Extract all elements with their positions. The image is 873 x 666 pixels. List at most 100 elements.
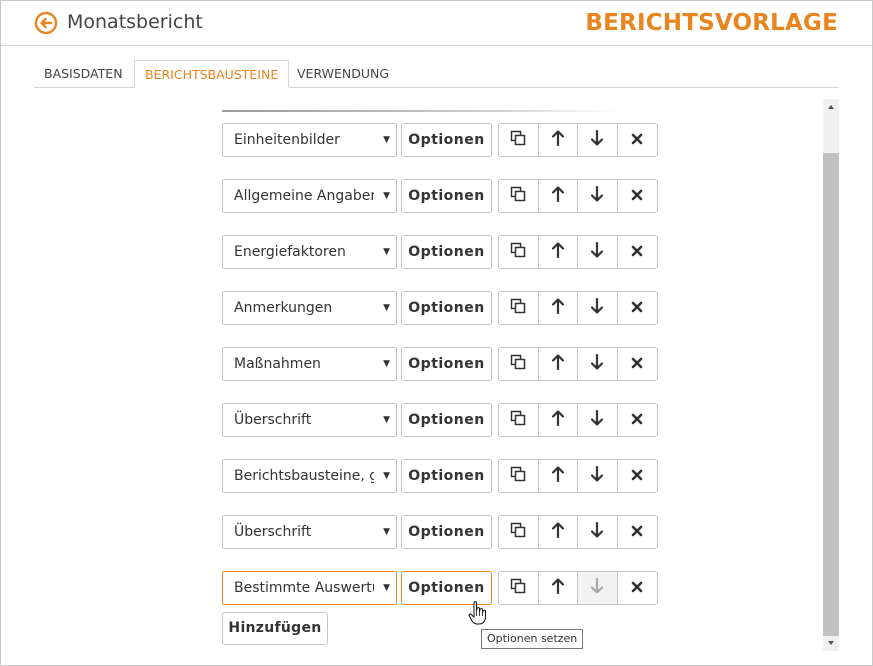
arrow-down-icon <box>589 577 605 599</box>
close-icon <box>630 299 644 318</box>
component-select[interactable]: Überschrift ▼ <box>222 403 397 437</box>
remove-button[interactable] <box>618 404 657 436</box>
move-up-button[interactable] <box>539 348 578 380</box>
move-down-button[interactable] <box>578 124 618 156</box>
component-select[interactable]: Maßnahmen ▼ <box>222 347 397 381</box>
arrow-up-icon <box>550 521 566 543</box>
options-button[interactable]: Optionen <box>401 179 492 213</box>
move-up-button[interactable] <box>539 124 578 156</box>
scroll-up-arrow-icon <box>828 105 834 109</box>
arrow-up-icon <box>550 129 566 151</box>
move-down-button[interactable] <box>578 404 618 436</box>
arrow-down-icon <box>589 297 605 319</box>
remove-button[interactable] <box>618 572 657 604</box>
options-button[interactable]: Optionen <box>401 235 492 269</box>
remove-button[interactable] <box>618 348 657 380</box>
duplicate-button[interactable] <box>499 236 539 268</box>
duplicate-button[interactable] <box>499 124 539 156</box>
add-component-button[interactable]: Hinzufügen <box>222 612 328 645</box>
scroll-thumb[interactable] <box>823 153 839 636</box>
tab-bar: BASISDATEN BERICHTSBAUSTEINE VERWENDUNG <box>34 60 839 88</box>
tab-basisdaten[interactable]: BASISDATEN <box>34 60 133 87</box>
caret-down-icon: ▼ <box>383 583 390 593</box>
options-button[interactable]: Optionen <box>401 347 492 381</box>
vertical-scrollbar[interactable] <box>823 99 839 651</box>
remove-button[interactable] <box>618 236 657 268</box>
component-select[interactable]: Energiefaktoren ▼ <box>222 235 397 269</box>
copy-icon <box>509 409 527 431</box>
options-button[interactable]: Optionen <box>401 515 492 549</box>
move-up-button[interactable] <box>539 516 578 548</box>
row-action-group <box>498 571 658 605</box>
arrow-up-icon <box>550 577 566 599</box>
move-up-button[interactable] <box>539 460 578 492</box>
tab-verwendung[interactable]: VERWENDUNG <box>287 60 399 87</box>
copy-icon <box>509 129 527 151</box>
caret-down-icon: ▼ <box>383 527 390 537</box>
row-action-group <box>498 291 658 325</box>
copy-icon <box>509 185 527 207</box>
back-button[interactable] <box>34 11 58 35</box>
move-down-button[interactable] <box>578 348 618 380</box>
options-button[interactable]: Optionen <box>401 291 492 325</box>
options-button[interactable]: Optionen <box>401 459 492 493</box>
caret-down-icon: ▼ <box>383 135 390 145</box>
move-up-button[interactable] <box>539 404 578 436</box>
arrow-down-icon <box>589 129 605 151</box>
row-action-group <box>498 459 658 493</box>
arrow-down-icon <box>589 521 605 543</box>
arrow-up-icon <box>550 409 566 431</box>
row-action-group <box>498 179 658 213</box>
close-icon <box>630 131 644 150</box>
duplicate-button[interactable] <box>499 460 539 492</box>
duplicate-button[interactable] <box>499 292 539 324</box>
remove-button[interactable] <box>618 516 657 548</box>
move-down-button[interactable] <box>578 180 618 212</box>
move-down-button[interactable] <box>578 292 618 324</box>
copy-icon <box>509 521 527 543</box>
component-select-value: Anmerkungen <box>234 300 333 316</box>
scroll-down-button[interactable] <box>823 635 839 651</box>
duplicate-button[interactable] <box>499 404 539 436</box>
component-select-value: Allgemeine Angaben <box>234 188 374 204</box>
section-divider <box>222 110 617 112</box>
remove-button[interactable] <box>618 460 657 492</box>
tooltip: Optionen setzen <box>481 629 584 649</box>
move-up-button[interactable] <box>539 572 578 604</box>
component-select[interactable]: Einheitenbilder ▼ <box>222 123 397 157</box>
duplicate-button[interactable] <box>499 180 539 212</box>
arrow-up-icon <box>550 241 566 263</box>
arrow-up-icon <box>550 297 566 319</box>
hand-cursor-icon <box>468 601 486 625</box>
row-action-group <box>498 235 658 269</box>
component-select[interactable]: Überschrift ▼ <box>222 515 397 549</box>
arrow-down-icon <box>589 185 605 207</box>
options-button[interactable]: Optionen <box>401 403 492 437</box>
move-up-button[interactable] <box>539 236 578 268</box>
move-down-button[interactable] <box>578 572 618 604</box>
component-select[interactable]: Berichtsbausteine, gruppiert ▼ <box>222 459 397 493</box>
duplicate-button[interactable] <box>499 572 539 604</box>
move-down-button[interactable] <box>578 516 618 548</box>
scroll-up-button[interactable] <box>823 99 839 115</box>
component-select[interactable]: Bestimmte Auswertung ▼ <box>222 571 397 605</box>
copy-icon <box>509 577 527 599</box>
move-up-button[interactable] <box>539 180 578 212</box>
component-select[interactable]: Anmerkungen ▼ <box>222 291 397 325</box>
move-up-button[interactable] <box>539 292 578 324</box>
duplicate-button[interactable] <box>499 348 539 380</box>
row-action-group <box>498 515 658 549</box>
arrow-down-icon <box>589 241 605 263</box>
tab-berichtsbausteine[interactable]: BERICHTSBAUSTEINE <box>134 60 290 88</box>
move-down-button[interactable] <box>578 460 618 492</box>
remove-button[interactable] <box>618 124 657 156</box>
component-select-value: Maßnahmen <box>234 356 321 372</box>
duplicate-button[interactable] <box>499 516 539 548</box>
copy-icon <box>509 465 527 487</box>
move-down-button[interactable] <box>578 236 618 268</box>
remove-button[interactable] <box>618 180 657 212</box>
options-button[interactable]: Optionen <box>401 123 492 157</box>
copy-icon <box>509 241 527 263</box>
component-select[interactable]: Allgemeine Angaben ▼ <box>222 179 397 213</box>
remove-button[interactable] <box>618 292 657 324</box>
